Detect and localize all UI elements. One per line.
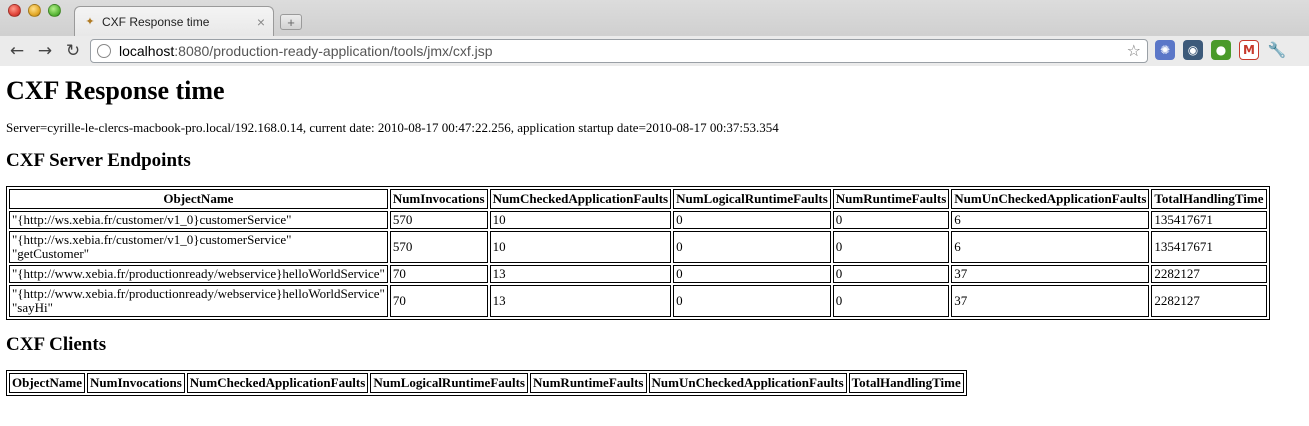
metric-cell: 0 <box>673 231 831 263</box>
table-row: "{http://ws.xebia.fr/customer/v1_0}custo… <box>9 231 1267 263</box>
metric-cell: 570 <box>389 211 488 229</box>
url-path: :8080/production-ready-application/tools… <box>174 43 493 59</box>
metric-cell: 135417671 <box>1151 231 1267 263</box>
page-info-icon[interactable] <box>97 44 111 58</box>
maximize-window-button[interactable] <box>48 4 61 17</box>
object-name-cell: "{http://www.xebia.fr/productionready/we… <box>9 265 388 283</box>
column-header: NumRuntimeFaults <box>832 189 950 209</box>
column-header: NumUnCheckedApplicationFaults <box>648 373 847 393</box>
table-row: "{http://www.xebia.fr/productionready/we… <box>9 285 1267 317</box>
metric-cell: 13 <box>489 285 672 317</box>
extension-icons: ✺ ◉ ● M 🔧 <box>1155 40 1287 60</box>
page-content: CXF Response time Server=cyrille-le-cler… <box>0 66 1309 396</box>
metric-cell: 70 <box>389 265 488 283</box>
close-tab-icon[interactable]: × <box>257 14 265 30</box>
window-controls <box>8 4 61 17</box>
object-name-cell: "{http://ws.xebia.fr/customer/v1_0}custo… <box>9 211 388 229</box>
metric-cell: 0 <box>673 211 831 229</box>
url-host: localhost <box>119 43 175 59</box>
metric-cell: 570 <box>389 231 488 263</box>
column-header: NumLogicalRuntimeFaults <box>673 189 831 209</box>
object-name-cell: "{http://www.xebia.fr/productionready/we… <box>9 285 388 317</box>
browser-tab[interactable]: ✦ CXF Response time × <box>74 6 274 36</box>
clients-table: ObjectName NumInvocations NumCheckedApplic… <box>6 370 967 396</box>
metric-cell: 0 <box>832 231 950 263</box>
page-title: CXF Response time <box>6 76 225 105</box>
metric-cell: 37 <box>951 285 1150 317</box>
camera-extension-icon[interactable]: ◉ <box>1183 40 1203 60</box>
metric-cell: 0 <box>673 265 831 283</box>
column-header: TotalHandlingTime <box>848 373 964 393</box>
column-header: NumCheckedApplicationFaults <box>489 189 672 209</box>
tab-title: CXF Response time <box>102 14 210 29</box>
metric-cell: 10 <box>489 211 672 229</box>
metric-cell: 10 <box>489 231 672 263</box>
column-header: NumCheckedApplicationFaults <box>186 373 369 393</box>
column-header: NumInvocations <box>389 189 488 209</box>
metric-cell: 0 <box>832 285 950 317</box>
metric-cell: 0 <box>832 211 950 229</box>
address-bar[interactable]: localhost:8080/production-ready-applicat… <box>90 39 1148 63</box>
browser-chrome: ✦ CXF Response time × + ← → ↻ localhost:… <box>0 0 1309 66</box>
column-header: NumLogicalRuntimeFaults <box>370 373 528 393</box>
server-info: Server=cyrille-le-clercs-macbook-pro.loc… <box>6 120 779 135</box>
column-header: NumRuntimeFaults <box>529 373 647 393</box>
table-header-row: ObjectName NumInvocations NumCheckedApplic… <box>9 189 1267 209</box>
globe-extension-icon[interactable]: ✺ <box>1155 40 1175 60</box>
minimize-window-button[interactable] <box>28 4 41 17</box>
back-icon[interactable]: ← <box>6 40 28 62</box>
forward-icon[interactable]: → <box>34 40 56 62</box>
wrench-icon[interactable]: 🔧 <box>1267 40 1287 60</box>
metric-cell: 70 <box>389 285 488 317</box>
column-header: NumInvocations <box>87 373 185 393</box>
gmail-icon[interactable]: M <box>1239 40 1259 60</box>
server-endpoints-heading: CXF Server Endpoints <box>6 150 191 171</box>
server-endpoints-table: ObjectName NumInvocations NumCheckedApplic… <box>6 186 1270 320</box>
metric-cell: 0 <box>832 265 950 283</box>
table-row: "{http://ws.xebia.fr/customer/v1_0}custo… <box>9 211 1267 229</box>
browser-toolbar: ← → ↻ localhost:8080/production-ready-ap… <box>0 36 1309 66</box>
metric-cell: 2282127 <box>1151 265 1267 283</box>
metric-cell: 6 <box>951 231 1150 263</box>
page-favicon-icon: ✦ <box>85 16 95 28</box>
column-header: ObjectName <box>9 189 388 209</box>
bookmark-star-icon[interactable]: ☆ <box>1127 41 1141 60</box>
metric-cell: 0 <box>673 285 831 317</box>
column-header: ObjectName <box>9 373 86 393</box>
table-header-row: ObjectName NumInvocations NumCheckedApplic… <box>9 373 964 393</box>
new-tab-button[interactable]: + <box>280 14 302 30</box>
reload-icon[interactable]: ↻ <box>62 40 84 62</box>
column-header: TotalHandlingTime <box>1151 189 1267 209</box>
object-name-cell: "{http://ws.xebia.fr/customer/v1_0}custo… <box>9 231 388 263</box>
metric-cell: 13 <box>489 265 672 283</box>
close-window-button[interactable] <box>8 4 21 17</box>
metric-cell: 6 <box>951 211 1150 229</box>
column-header: NumUnCheckedApplicationFaults <box>951 189 1150 209</box>
table-row: "{http://www.xebia.fr/productionready/we… <box>9 265 1267 283</box>
metric-cell: 2282127 <box>1151 285 1267 317</box>
title-bar: ✦ CXF Response time × + <box>0 0 1309 36</box>
clients-heading: CXF Clients <box>6 334 107 355</box>
metric-cell: 37 <box>951 265 1150 283</box>
green-extension-icon[interactable]: ● <box>1211 40 1231 60</box>
metric-cell: 135417671 <box>1151 211 1267 229</box>
